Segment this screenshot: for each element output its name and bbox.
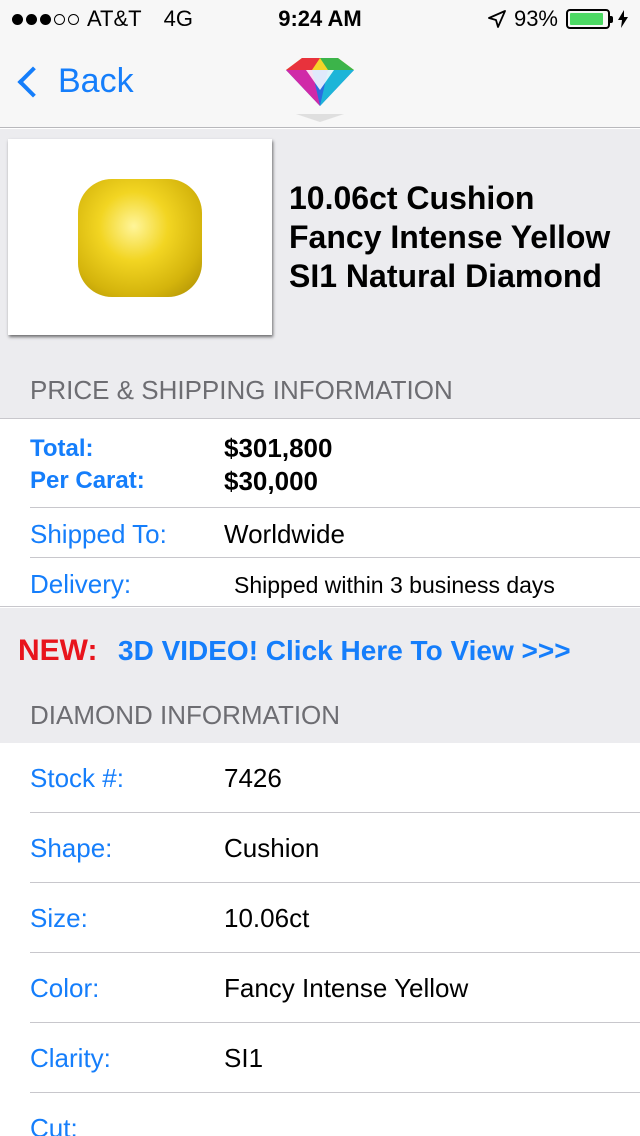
battery-fill: [570, 13, 604, 25]
row-divider: [30, 507, 640, 508]
diamond-section-title: DIAMOND INFORMATION: [30, 700, 341, 730]
diamond-section-header: DIAMOND INFORMATION: [0, 686, 640, 744]
per-carat-label: Per Carat:: [30, 467, 145, 494]
shipped-to-value: Worldwide: [224, 519, 345, 549]
location-arrow-icon: [488, 10, 506, 28]
clarity-value: SI1: [224, 1043, 264, 1073]
info-row-cut: Cut:: [0, 1093, 640, 1136]
diamond-info-list: Stock #: 7426 Shape: Cushion Size: 10.06…: [0, 743, 640, 1136]
shape-value: Cushion: [224, 833, 320, 863]
color-value: Fancy Intense Yellow: [224, 973, 469, 1003]
status-right: 93%: [488, 6, 628, 32]
new-badge: NEW:: [18, 634, 98, 667]
product-hero: 10.06ct Cushion Fancy Intense Yellow SI1…: [0, 129, 640, 361]
clarity-label: Clarity:: [30, 1043, 111, 1073]
info-row-shape: Shape: Cushion: [0, 813, 640, 883]
info-row-color: Color: Fancy Intense Yellow: [0, 953, 640, 1023]
stock-label: Stock #:: [30, 763, 124, 793]
3d-video-link[interactable]: 3D VIDEO! Click Here To View >>>: [118, 635, 571, 667]
shipped-to-label: Shipped To:: [30, 519, 167, 549]
info-row-clarity: Clarity: SI1: [0, 1023, 640, 1093]
delivery-label: Delivery:: [30, 569, 132, 599]
price-shipping-block: Total: $301,800 Per Carat: $30,000 Shipp…: [0, 419, 640, 607]
price-section-title: PRICE & SHIPPING INFORMATION: [30, 375, 453, 405]
stock-value: 7426: [224, 763, 282, 793]
shape-label: Shape:: [30, 833, 113, 863]
size-label: Size:: [30, 903, 88, 933]
diamond-logo-icon: [286, 58, 354, 122]
info-row-size: Size: 10.06ct: [0, 883, 640, 953]
total-label: Total:: [30, 435, 94, 462]
back-button[interactable]: Back: [16, 62, 134, 101]
row-divider: [30, 557, 640, 558]
total-value: $301,800: [224, 433, 333, 463]
navigation-bar: Back: [0, 40, 640, 128]
chevron-left-icon: [17, 65, 49, 98]
product-title: 10.06ct Cushion Fancy Intense Yellow SI1…: [289, 180, 611, 294]
info-row-stock: Stock #: 7426: [0, 743, 640, 813]
cut-label: Cut:: [30, 1113, 78, 1136]
status-bar: AT&T 4G 9:24 AM 93%: [0, 0, 640, 40]
size-value: 10.06ct: [224, 903, 310, 933]
battery-icon: [566, 9, 613, 29]
color-label: Color:: [30, 973, 100, 1003]
per-carat-value: $30,000: [224, 466, 318, 496]
delivery-value: Shipped within 3 business days: [234, 572, 555, 598]
price-section-header: PRICE & SHIPPING INFORMATION: [0, 361, 640, 419]
product-image-frame[interactable]: [8, 139, 272, 335]
charging-bolt-icon: [618, 10, 628, 28]
yellow-cushion-diamond-image: [78, 179, 202, 297]
back-label: Back: [58, 62, 134, 100]
battery-percent: 93%: [513, 6, 558, 31]
video-banner: NEW: 3D VIDEO! Click Here To View >>>: [0, 608, 640, 686]
